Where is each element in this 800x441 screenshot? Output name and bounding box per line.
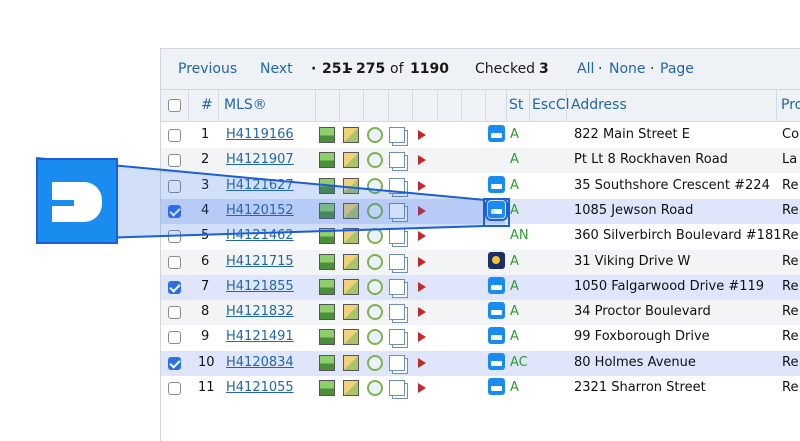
zoom-callout [35, 157, 510, 241]
brand-b-notch [52, 200, 74, 206]
brand-logo-enlarged [36, 158, 118, 244]
